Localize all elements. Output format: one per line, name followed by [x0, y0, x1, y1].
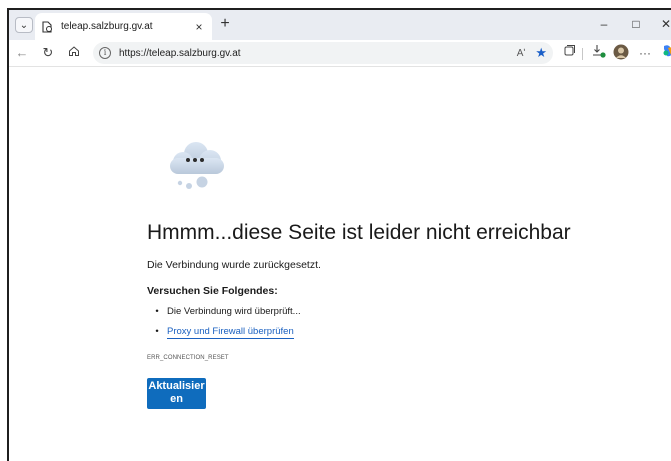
error-description: Die Verbindung wurde zurückgesetzt.: [147, 259, 321, 271]
suggestion-text: Die Verbindung wird überprüft...: [167, 306, 301, 317]
maximize-button[interactable]: □: [624, 14, 648, 34]
reload-button[interactable]: Aktualisieren: [147, 378, 206, 409]
page-favicon-icon: [41, 20, 53, 33]
url-text: https://teleap.salzburg.gv.at: [119, 47, 241, 59]
info-icon[interactable]: i: [99, 47, 111, 59]
downloads-icon[interactable]: [590, 44, 608, 62]
navigation-toolbar: ← ↻ i https://teleap.salzburg.gv.at Aʹ ★…: [9, 40, 671, 67]
favorites-star-icon[interactable]: ★: [535, 45, 547, 61]
more-icon[interactable]: ···: [636, 44, 654, 62]
suggestions-heading: Versuchen Sie Folgendes:: [147, 285, 278, 297]
tab-close-icon[interactable]: ×: [192, 20, 206, 34]
tab-actions-icon[interactable]: ⌄: [15, 17, 33, 33]
list-item: • Proxy und Firewall überprüfen: [147, 326, 301, 346]
proxy-firewall-link[interactable]: Proxy und Firewall überprüfen: [167, 326, 294, 339]
refresh-icon[interactable]: ↻: [39, 44, 57, 62]
cloud-icon: [170, 142, 224, 189]
suggestions-list: • Die Verbindung wird überprüft... • Pro…: [147, 306, 301, 346]
collections-icon[interactable]: [560, 44, 578, 62]
minimize-button[interactable]: –: [592, 14, 616, 34]
copilot-icon[interactable]: [659, 44, 671, 62]
close-window-button[interactable]: ✕: [654, 14, 671, 34]
new-tab-button[interactable]: +: [216, 15, 234, 33]
bullet: •: [155, 326, 159, 337]
profile-avatar-icon[interactable]: [612, 44, 630, 62]
toolbar-separator: [582, 48, 583, 60]
tab-strip: ⌄ teleap.salzburg.gv.at × + – □ ✕: [9, 10, 671, 40]
tab-title: teleap.salzburg.gv.at: [61, 21, 153, 32]
back-icon[interactable]: ←: [13, 44, 31, 62]
error-code: ERR_CONNECTION_RESET: [147, 355, 229, 361]
list-item: • Die Verbindung wird überprüft...: [147, 306, 301, 326]
page-title: Hmmm...diese Seite ist leider nicht erre…: [147, 221, 571, 244]
read-aloud-icon[interactable]: Aʹ: [517, 48, 526, 59]
address-bar[interactable]: i https://teleap.salzburg.gv.at Aʹ ★: [93, 42, 553, 64]
home-icon[interactable]: [65, 44, 83, 62]
bullet: •: [155, 306, 159, 317]
tab-active[interactable]: teleap.salzburg.gv.at ×: [35, 13, 212, 40]
